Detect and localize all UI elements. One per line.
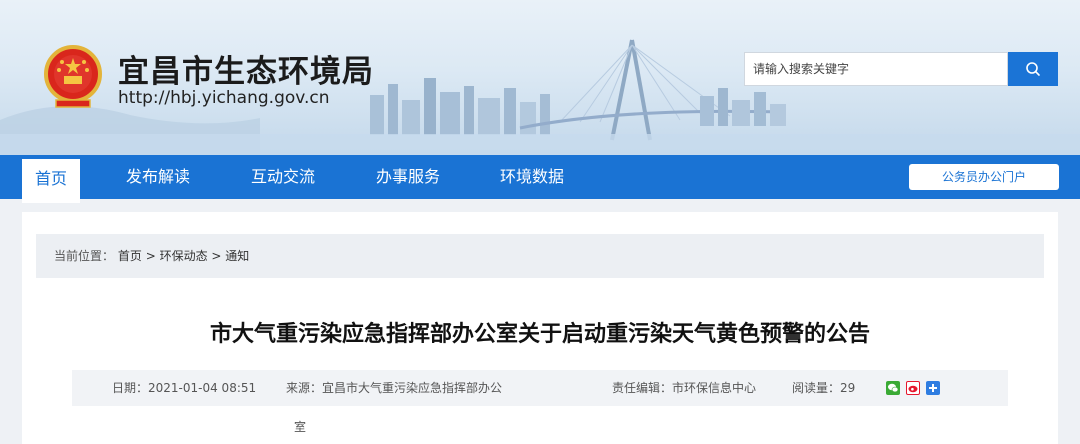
national-emblem-icon [44, 45, 102, 108]
header-banner: 宜昌市生态环境局 http://hbj.yichang.gov.cn [0, 0, 1080, 155]
breadcrumb-separator: > [145, 249, 160, 263]
breadcrumb-notice[interactable]: 通知 [225, 249, 249, 263]
article-meta: 日期：2021-01-04 08:51 来源：宜昌市大气重污染应急指挥部办公 责… [72, 370, 1008, 406]
article-container: 当前位置： 首页 > 环保动态 > 通知 市大气重污染应急指挥部办公室关于启动重… [22, 212, 1058, 444]
nav-item-interaction[interactable]: 互动交流 [251, 155, 315, 199]
article-title: 市大气重污染应急指挥部办公室关于启动重污染天气黄色预警的公告 [209, 322, 870, 347]
breadcrumb: 当前位置： 首页 > 环保动态 > 通知 [36, 234, 1044, 278]
breadcrumb-news[interactable]: 环保动态 [160, 249, 208, 263]
nav-item-environment-data[interactable]: 环境数据 [500, 155, 564, 199]
article-source-continued: 室 [294, 420, 307, 434]
search-button[interactable] [1008, 52, 1058, 86]
civil-servant-portal-button[interactable]: 公务员办公门户 [909, 164, 1059, 190]
breadcrumb-separator: > [211, 249, 226, 263]
search-input[interactable] [744, 52, 1008, 86]
site-title[interactable]: 宜昌市生态环境局 [118, 46, 374, 91]
article-editor: 责任编辑：市环保信息中心 [612, 381, 757, 395]
article-read-count: 阅读量：29 [792, 381, 856, 395]
site-url[interactable]: http://hbj.yichang.gov.cn [118, 88, 330, 108]
article-source: 来源：宜昌市大气重污染应急指挥部办公 [286, 381, 503, 395]
weibo-share-icon[interactable] [906, 381, 920, 395]
breadcrumb-home[interactable]: 首页 [118, 249, 142, 263]
wechat-share-icon[interactable] [886, 381, 900, 395]
nav-item-services[interactable]: 办事服务 [376, 155, 440, 199]
more-share-icon[interactable] [926, 381, 940, 395]
breadcrumb-prefix: 当前位置： [54, 249, 115, 263]
article-date: 日期：2021-01-04 08:51 [112, 381, 257, 395]
nav-item-release-interpretation[interactable]: 发布解读 [126, 155, 190, 199]
search-icon [1026, 62, 1040, 76]
nav-item-home[interactable]: 首页 [22, 159, 80, 203]
